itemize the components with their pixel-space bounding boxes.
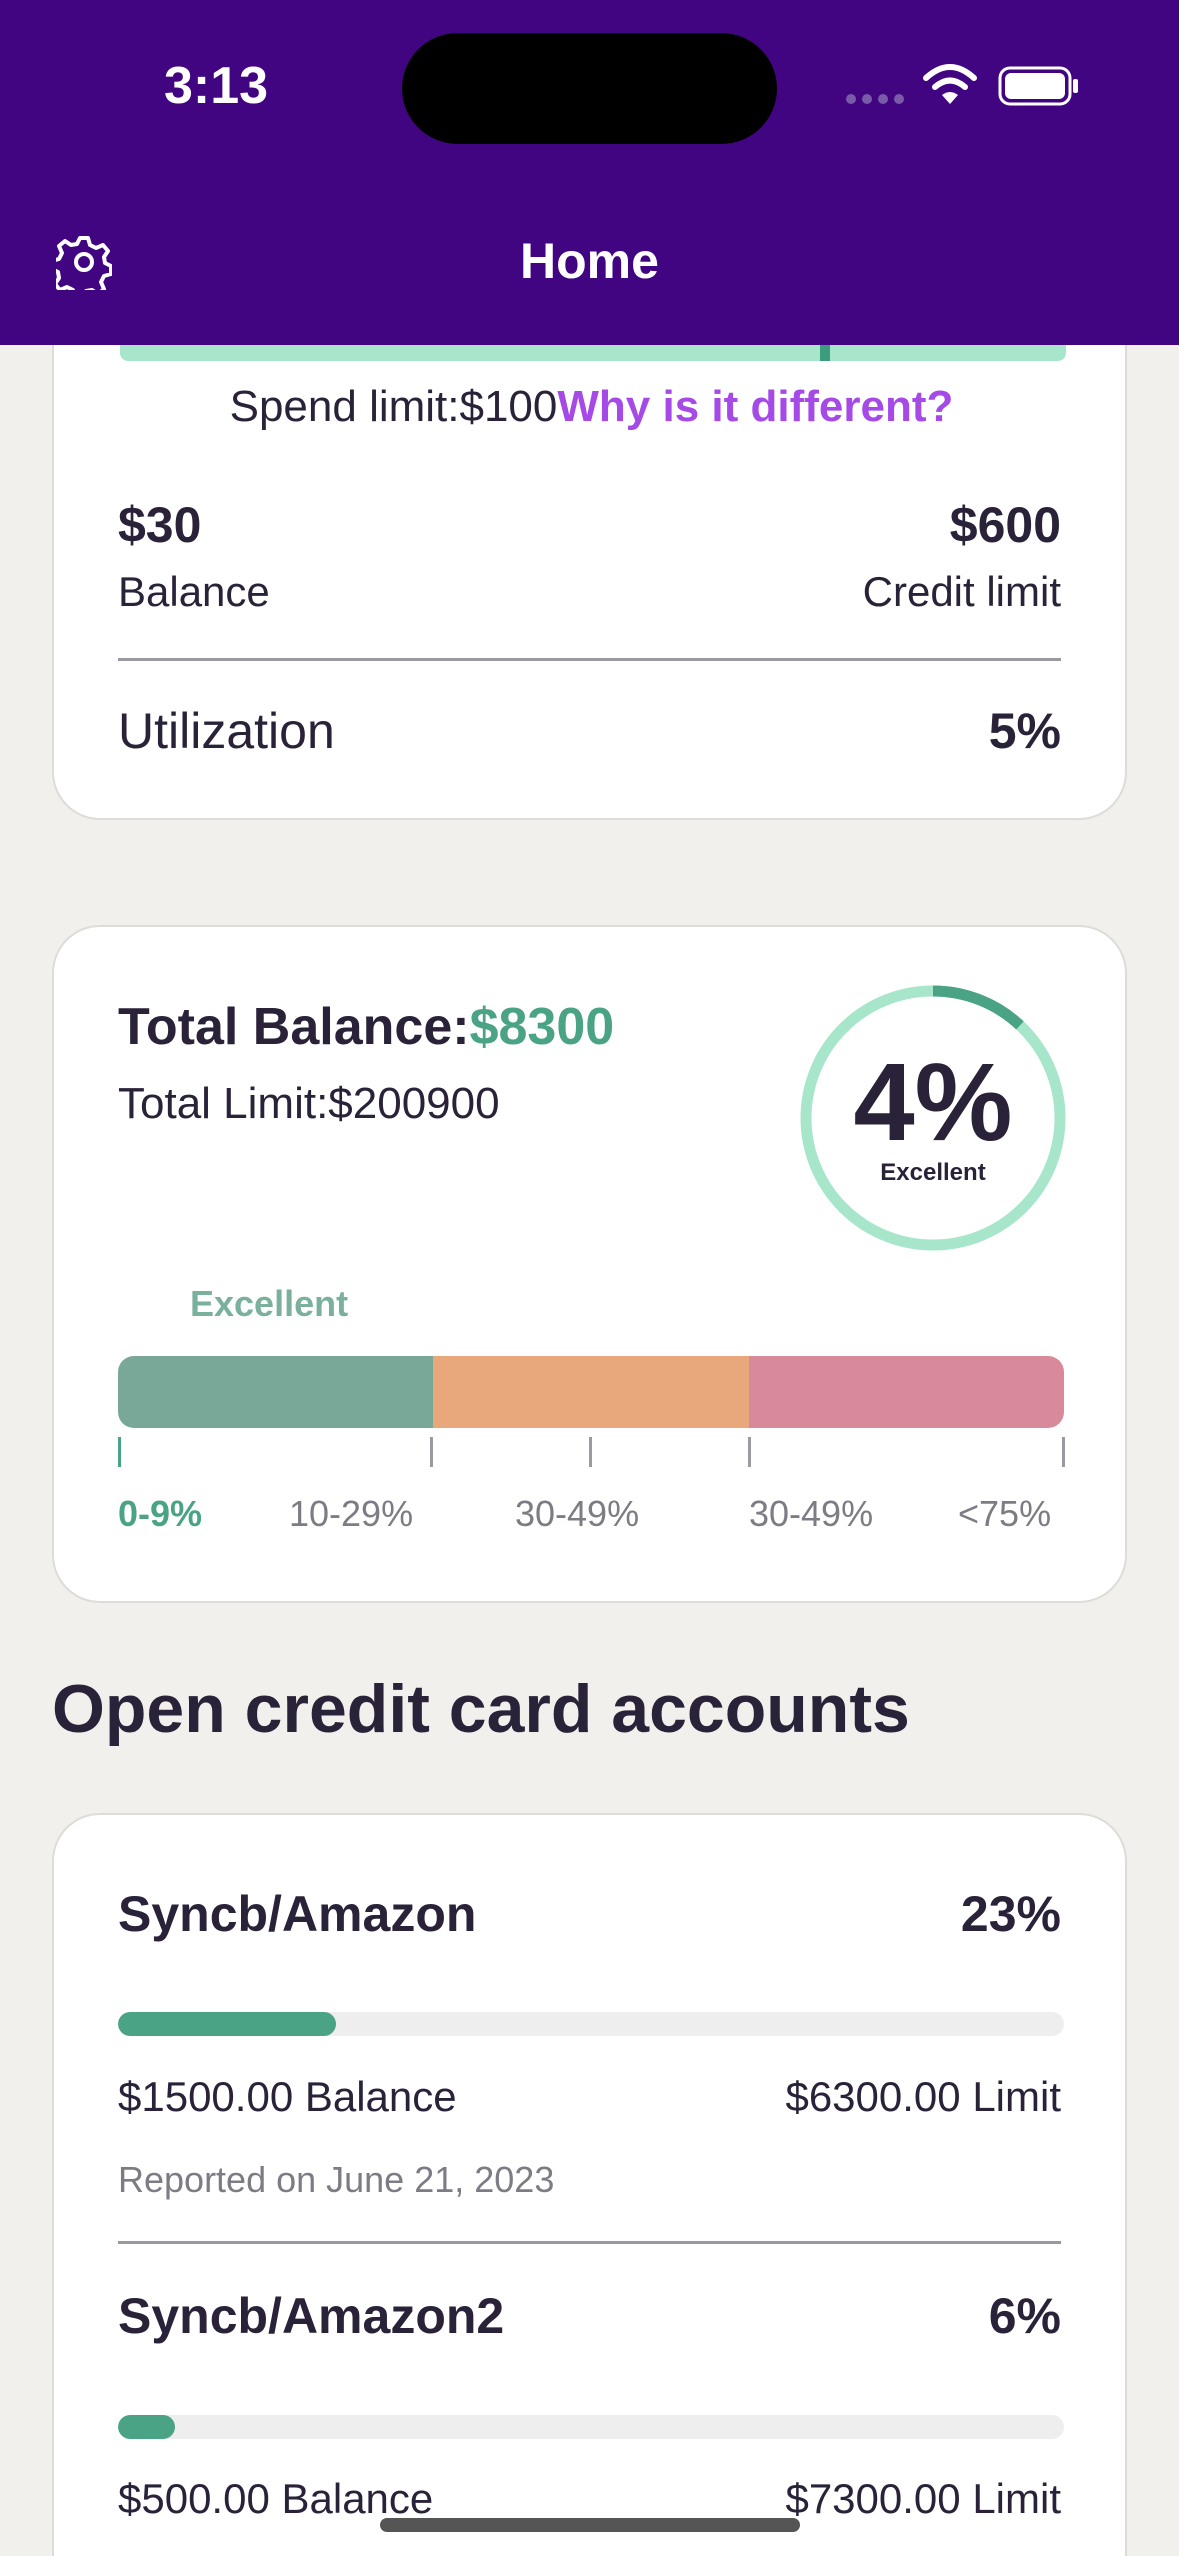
utilization-label: Utilization [118, 703, 335, 759]
spend-progress-bar [120, 345, 1066, 361]
cellular-signal-icon [846, 94, 904, 104]
balance-label: Balance [118, 568, 270, 615]
account-utilization: 6% [988, 2288, 1061, 2344]
range-caption: Excellent [190, 1283, 349, 1324]
why-different-link[interactable]: Why is it different? [557, 382, 953, 431]
spend-limit-text: Spend limit:$100 [229, 382, 558, 431]
gauge-label: Excellent [880, 1159, 986, 1186]
dynamic-island [402, 33, 777, 144]
range-label: <75% [958, 1493, 1052, 1534]
range-tick [589, 1437, 592, 1467]
range-tick [118, 1437, 121, 1467]
utilization-range-bar [118, 1356, 1064, 1428]
account-name: Syncb/Amazon [118, 1886, 477, 1942]
status-time: 3:13 [164, 57, 269, 115]
account-utilization: 23% [960, 1886, 1061, 1942]
total-balance: Total Balance:$8300 [118, 997, 614, 1057]
total-utilization-card: Total Balance:$8300 Total Limit:$200900 … [52, 925, 1127, 1603]
account-limit: $6300.00 Limit [785, 2073, 1061, 2120]
account-reported-date: Reported on June 21, 2023 [118, 2159, 555, 2200]
account-progress-bar [118, 2012, 1064, 2036]
page-title: Home [520, 233, 659, 289]
total-limit: Total Limit:$200900 [118, 1079, 500, 1128]
credit-limit-value: $600 [949, 497, 1061, 553]
battery-icon [998, 66, 1078, 106]
credit-limit-label: Credit limit [862, 568, 1061, 615]
range-tick [1062, 1437, 1065, 1467]
range-segment-poor [749, 1356, 1064, 1428]
utilization-value: 5% [988, 703, 1061, 759]
wifi-icon [923, 64, 977, 104]
accounts-card: Syncb/Amazon 23% $1500.00 Balance $6300.… [52, 1813, 1127, 2556]
range-segment-excellent [118, 1356, 433, 1428]
range-tick [430, 1437, 433, 1467]
total-balance-value: $8300 [469, 998, 615, 1056]
range-segment-fair [433, 1356, 749, 1428]
account-limit: $7300.00 Limit [785, 2475, 1061, 2522]
divider [118, 658, 1061, 661]
total-balance-label: Total Balance: [118, 998, 470, 1056]
account-balance: $1500.00 Balance [118, 2073, 457, 2120]
account-progress-bar [118, 2415, 1064, 2439]
app-header: 3:13 Home [0, 0, 1179, 345]
gauge-value: 4% [853, 1041, 1013, 1164]
home-indicator[interactable] [380, 2518, 800, 2532]
section-title: Open credit card accounts [52, 1671, 910, 1747]
range-label: 30-49% [749, 1493, 874, 1534]
account-progress-fill [118, 2415, 175, 2439]
spend-limit-row: Spend limit:$100Why is it different? [54, 382, 1129, 432]
account-balance: $500.00 Balance [118, 2475, 434, 2522]
divider [118, 2241, 1061, 2244]
range-tick [748, 1437, 751, 1467]
account-name: Syncb/Amazon2 [118, 2288, 505, 2344]
range-label: 10-29% [289, 1493, 414, 1534]
account-progress-fill [118, 2012, 336, 2036]
range-label: 0-9% [118, 1493, 203, 1534]
balance-value: $30 [118, 497, 202, 553]
spend-progress-marker [820, 345, 830, 361]
range-label: 30-49% [515, 1493, 640, 1534]
